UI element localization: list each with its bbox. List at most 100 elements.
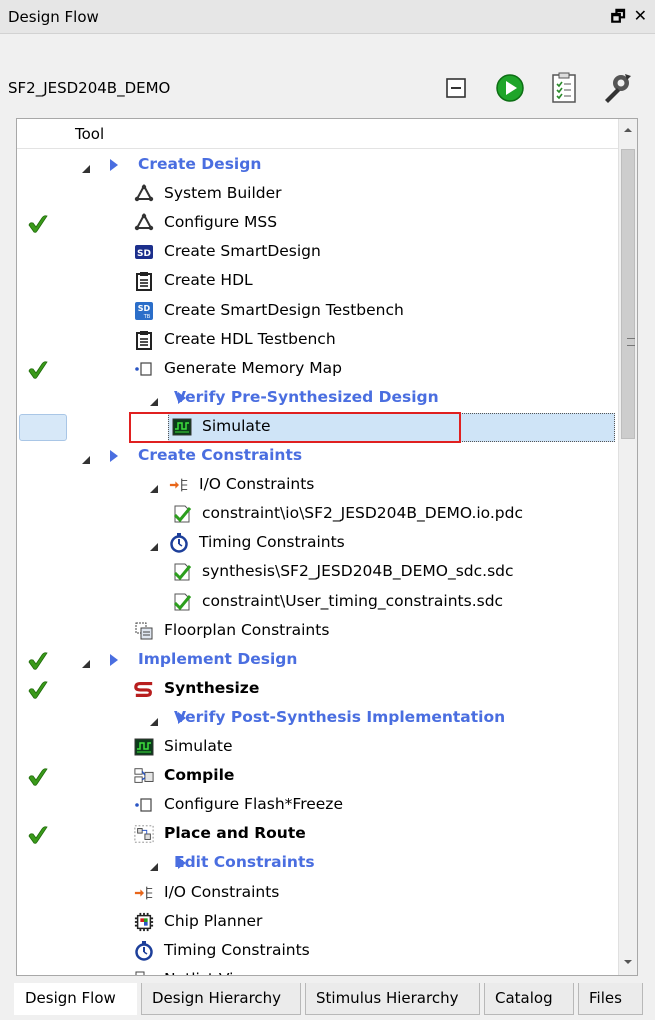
tree-row[interactable]: Floorplan Constraints	[17, 617, 619, 646]
tab-design-hierarchy[interactable]: Design Hierarchy	[141, 983, 301, 1015]
file-check-icon	[172, 504, 192, 524]
tree-row-label: Synthesize	[164, 678, 260, 697]
report-icon[interactable]	[547, 71, 581, 105]
tree-row-label: Chip Planner	[164, 911, 263, 930]
compile-icon	[134, 766, 154, 786]
vertical-scrollbar[interactable]	[618, 119, 637, 975]
collapse-all-icon[interactable]	[439, 71, 473, 105]
tree-row-label: Create SmartDesign Testbench	[164, 300, 404, 319]
completed-check-icon	[27, 679, 49, 701]
expand-collapse-icon[interactable]	[149, 858, 159, 872]
tree-row-label: I/O Constraints	[199, 475, 315, 494]
tab-catalog[interactable]: Catalog	[484, 983, 574, 1015]
tree-row[interactable]: Generate Memory Map	[17, 355, 619, 384]
tree-row[interactable]: Chip Planner	[17, 908, 619, 937]
completed-check-icon	[27, 824, 49, 846]
tree-row-label: Create Constraints	[138, 446, 303, 464]
tree-row[interactable]: Timing Constraints	[17, 937, 619, 966]
expand-collapse-icon[interactable]	[81, 160, 91, 173]
scroll-down-icon[interactable]	[623, 957, 633, 967]
scrollbar-thumb[interactable]	[621, 149, 635, 439]
expand-collapse-icon[interactable]	[81, 655, 91, 668]
tree-row[interactable]: Implement Design	[17, 646, 619, 675]
close-panel-button[interactable]: ✕	[634, 6, 647, 33]
tree-row[interactable]: I/O Constraints	[17, 879, 619, 908]
float-panel-button[interactable]: 🗗	[611, 6, 626, 33]
floorplan-icon	[134, 621, 154, 641]
tree-row[interactable]: Create HDL Testbench	[17, 326, 619, 355]
tree-row[interactable]: constraint\io\SF2_JESD204B_DEMO.io.pdc	[17, 500, 619, 529]
tree-row[interactable]: Configure MSS	[17, 209, 619, 238]
tree-row-label: constraint\User_timing_constraints.sdc	[202, 591, 504, 610]
flow-toolbar	[439, 71, 635, 105]
svg-text:SD: SD	[137, 249, 151, 259]
tree-row[interactable]: Create Design	[17, 151, 619, 180]
tree-row-label: Floorplan Constraints	[164, 620, 330, 639]
tree-row-label: Timing Constraints	[164, 940, 310, 959]
tree-row[interactable]: Create HDL	[17, 267, 619, 296]
run-icon[interactable]	[493, 71, 527, 105]
tree-row[interactable]: Simulate	[17, 733, 619, 762]
scroll-up-icon[interactable]	[623, 125, 633, 135]
expand-collapse-icon[interactable]	[149, 713, 159, 726]
section-arrow-icon	[109, 158, 119, 172]
tree-row[interactable]: constraint\User_timing_constraints.sdc	[17, 588, 619, 617]
panel-controls: 🗗 ✕	[611, 6, 647, 33]
project-bar: SF2_JESD204B_DEMO	[0, 34, 655, 114]
tree-row-label: Edit Constraints	[174, 853, 315, 872]
tree-row[interactable]: I/O Constraints	[17, 471, 619, 500]
tree-row-label: Netlist Viewer	[164, 970, 272, 975]
completed-check-icon	[27, 359, 49, 381]
expand-collapse-icon[interactable]	[149, 393, 159, 406]
tree-row-label: Create HDL	[164, 271, 253, 290]
design-flow-tree[interactable]: Tool Create Design System Builder Configur…	[16, 118, 638, 976]
completed-check-icon	[27, 766, 49, 788]
tree-row[interactable]: SD TB Create SmartDesign Testbench	[17, 297, 619, 326]
tree-row[interactable]: Configure Flash*Freeze	[17, 791, 619, 820]
tree-row[interactable]: Place and Route	[17, 820, 619, 849]
options-wrench-icon[interactable]	[601, 71, 635, 105]
completed-check-icon	[27, 213, 49, 235]
tree-row[interactable]: synthesis\SF2_JESD204B_DEMO_sdc.sdc	[17, 558, 619, 587]
tree-row-label: System Builder	[164, 184, 282, 203]
tree-row[interactable]: Timing Constraints	[17, 529, 619, 558]
tree-row[interactable]: Verify Post-Synthesis Implementation	[17, 704, 619, 733]
clipboard-icon	[134, 330, 154, 350]
io-constraints-icon	[134, 883, 154, 903]
tree-row[interactable]: Synthesize	[17, 675, 619, 704]
tab-design-flow[interactable]: Design Flow	[14, 983, 137, 1015]
netlist-viewer-icon	[134, 970, 154, 975]
file-check-icon	[172, 562, 192, 582]
tab-stimulus-hierarchy[interactable]: Stimulus Hierarchy	[305, 983, 480, 1015]
expand-collapse-icon[interactable]	[149, 480, 159, 494]
tree-row[interactable]: Compile	[17, 762, 619, 791]
tree-row-label: Place and Route	[164, 824, 306, 843]
system-builder-icon	[134, 184, 154, 204]
expand-collapse-icon[interactable]	[149, 538, 159, 552]
tree-row[interactable]: Simulate	[17, 411, 619, 443]
tree-row[interactable]: Verify Pre-Synthesized Design	[17, 384, 619, 413]
memory-map-icon	[134, 795, 154, 815]
system-builder-icon	[134, 213, 154, 233]
tree-row-label: Configure MSS	[164, 213, 278, 232]
tree-column-header[interactable]: Tool	[17, 119, 619, 149]
memory-map-icon	[134, 359, 154, 379]
tab-files[interactable]: Files	[578, 983, 643, 1015]
tree-row[interactable]: Create Constraints	[17, 442, 619, 471]
tree-row-label: Configure Flash*Freeze	[164, 795, 343, 814]
completed-check-icon	[27, 650, 49, 672]
tree-row-label: constraint\io\SF2_JESD204B_DEMO.io.pdc	[202, 504, 524, 523]
tree-row[interactable]: Netlist Viewer	[17, 966, 619, 975]
tree-row[interactable]: Edit Constraints	[17, 849, 619, 878]
file-check-icon	[172, 592, 192, 612]
svg-text:TB: TB	[143, 314, 151, 320]
expand-collapse-icon[interactable]	[81, 451, 91, 464]
stopwatch-icon	[169, 533, 189, 554]
panel-titlebar: Design Flow 🗗 ✕	[0, 0, 655, 34]
tree-row-label: Verify Pre-Synthesized Design	[174, 387, 439, 406]
selection-marker	[19, 413, 67, 441]
tree-row[interactable]: System Builder	[17, 180, 619, 209]
tree-row-label: Create HDL Testbench	[164, 329, 336, 348]
scrollbar-grip-icon	[627, 338, 635, 346]
tree-row[interactable]: SD Create SmartDesign	[17, 238, 619, 267]
